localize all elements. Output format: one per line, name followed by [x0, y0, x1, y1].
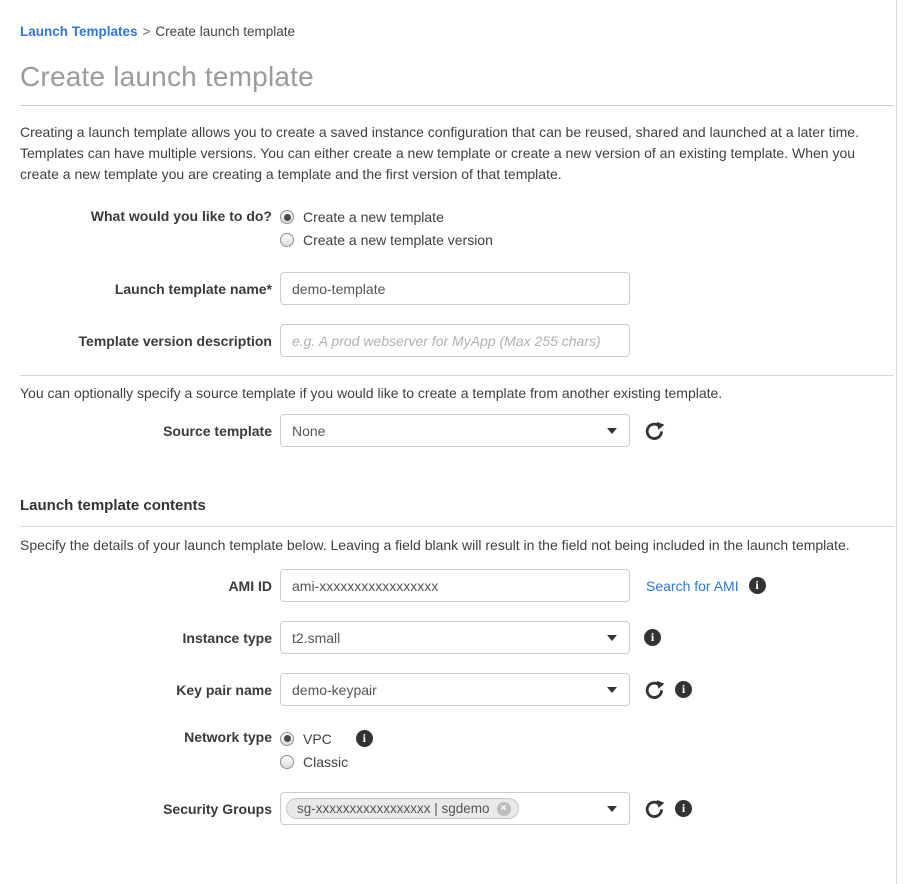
contents-note: Specify the details of your launch templ…: [20, 537, 894, 553]
launch-template-name-row: Launch template name*: [20, 272, 894, 305]
page-title: Create launch template: [20, 61, 894, 93]
radio-label: Create a new template version: [303, 232, 493, 248]
network-type-row: Network type VPC i Classic: [20, 728, 894, 770]
radio-create-new-template-version[interactable]: Create a new template version: [280, 232, 493, 248]
ami-id-label: AMI ID: [20, 578, 280, 594]
instance-type-label: Instance type: [20, 630, 280, 646]
what-to-do-radio-group: Create a new template Create a new templ…: [280, 207, 493, 248]
security-groups-select[interactable]: sg-xxxxxxxxxxxxxxxxx | sgdemo ×: [280, 792, 630, 825]
caret-down-icon: [607, 687, 617, 693]
radio-unselected-icon[interactable]: [280, 755, 294, 769]
security-groups-info-icon[interactable]: i: [675, 800, 692, 817]
launch-template-name-input[interactable]: [280, 272, 630, 305]
source-template-refresh-icon[interactable]: [644, 420, 665, 441]
template-version-description-row: Template version description: [20, 324, 894, 357]
create-launch-template-page: Launch Templates>Create launch template …: [0, 0, 897, 884]
network-type-label: Network type: [20, 728, 280, 745]
breadcrumb-link-launch-templates[interactable]: Launch Templates: [20, 24, 138, 39]
instance-type-selected-value: t2.small: [292, 630, 340, 646]
template-version-description-input[interactable]: [280, 324, 630, 357]
radio-vpc[interactable]: VPC: [280, 731, 332, 747]
what-to-do-label: What would you like to do?: [20, 207, 280, 224]
instance-type-row: Instance type t2.small i: [20, 621, 894, 654]
radio-label: VPC: [303, 731, 332, 747]
radio-create-new-template[interactable]: Create a new template: [280, 209, 493, 225]
section-heading-launch-template-contents: Launch template contents: [20, 497, 894, 514]
key-pair-refresh-icon[interactable]: [644, 679, 665, 700]
security-group-tag-text: sg-xxxxxxxxxxxxxxxxx | sgdemo: [297, 801, 490, 816]
key-pair-row: Key pair name demo-keypair i: [20, 673, 894, 706]
caret-down-icon: [607, 635, 617, 641]
source-template-note: You can optionally specify a source temp…: [20, 385, 894, 401]
caret-down-icon: [607, 806, 617, 812]
close-icon[interactable]: ×: [497, 802, 511, 816]
template-version-description-label: Template version description: [20, 333, 280, 349]
launch-template-name-label: Launch template name*: [20, 281, 280, 297]
ami-id-input[interactable]: [280, 569, 630, 602]
key-pair-selected-value: demo-keypair: [292, 682, 377, 698]
contents-divider: [20, 526, 894, 527]
caret-down-icon: [607, 428, 617, 434]
radio-unselected-icon[interactable]: [280, 233, 294, 247]
radio-label: Create a new template: [303, 209, 444, 225]
security-groups-row: Security Groups sg-xxxxxxxxxxxxxxxxx | s…: [20, 792, 894, 825]
source-template-select[interactable]: None: [280, 414, 630, 447]
radio-selected-icon[interactable]: [280, 210, 294, 224]
breadcrumb-separator: >: [143, 24, 151, 39]
key-pair-select[interactable]: demo-keypair: [280, 673, 630, 706]
instance-type-info-icon[interactable]: i: [644, 629, 661, 646]
radio-classic[interactable]: Classic: [280, 754, 373, 770]
radio-selected-icon[interactable]: [280, 732, 294, 746]
radio-label: Classic: [303, 754, 348, 770]
network-type-radio-group: VPC i Classic: [280, 728, 373, 770]
title-divider: [20, 105, 894, 106]
source-template-selected-value: None: [292, 423, 325, 439]
search-for-ami-link[interactable]: Search for AMI: [646, 578, 739, 594]
breadcrumb-current: Create launch template: [155, 24, 295, 39]
section-divider: [20, 375, 894, 376]
key-pair-label: Key pair name: [20, 682, 280, 698]
source-template-row: Source template None: [20, 414, 894, 447]
security-groups-label: Security Groups: [20, 801, 280, 817]
source-template-label: Source template: [20, 423, 280, 439]
key-pair-info-icon[interactable]: i: [675, 681, 692, 698]
ami-info-icon[interactable]: i: [749, 577, 766, 594]
ami-id-row: AMI ID Search for AMI i: [20, 569, 894, 602]
intro-text: Creating a launch template allows you to…: [20, 122, 894, 185]
network-type-info-icon[interactable]: i: [356, 730, 373, 747]
what-to-do-row: What would you like to do? Create a new …: [20, 207, 894, 248]
instance-type-select[interactable]: t2.small: [280, 621, 630, 654]
security-groups-refresh-icon[interactable]: [644, 798, 665, 819]
breadcrumb: Launch Templates > Create launch template: [20, 24, 894, 39]
security-group-tag: sg-xxxxxxxxxxxxxxxxx | sgdemo ×: [286, 798, 519, 819]
